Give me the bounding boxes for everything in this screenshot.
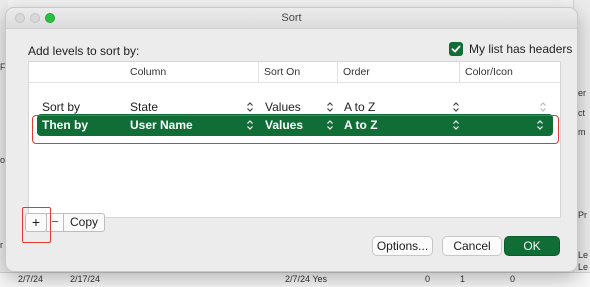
column-header-order: Order: [337, 62, 459, 82]
has-headers-checkbox[interactable]: [449, 42, 463, 56]
background-cell: 2/7/24 Yes: [285, 274, 328, 284]
background-cell: 1: [460, 274, 466, 284]
has-headers-label: My list has headers: [469, 42, 573, 56]
sort-dialog: Sort Add levels to sort by: My list has …: [5, 7, 578, 272]
column-header-color-icon: Color/Icon: [459, 62, 560, 82]
chevron-updown-icon: [327, 102, 333, 112]
background-cell: 0: [425, 274, 431, 284]
add-levels-label: Add levels to sort by:: [28, 44, 140, 58]
background-text: Le: [578, 250, 589, 260]
titlebar: Sort: [6, 8, 577, 29]
has-headers-control[interactable]: My list has headers: [449, 42, 572, 56]
background-cell: 0: [510, 274, 516, 284]
background-cell: 2/17/24: [70, 274, 101, 284]
dialog-title: Sort: [281, 12, 302, 24]
background-text: er: [578, 88, 587, 98]
cancel-button[interactable]: Cancel: [442, 236, 502, 256]
background-text: m: [578, 127, 586, 137]
background-cell: 2/7/24: [18, 274, 44, 284]
background-bottom-row: 2/7/24 2/17/24 2/7/24 Yes 0 1 0: [0, 272, 590, 287]
table-header: Column Sort On Order Color/Icon: [29, 62, 560, 83]
chevron-updown-icon: [247, 102, 253, 112]
chevron-updown-icon: [540, 102, 546, 112]
ok-button[interactable]: OK: [504, 236, 560, 256]
checkmark-icon: [451, 45, 461, 53]
column-header-column: Column: [130, 66, 167, 78]
background-text: Le: [578, 262, 589, 272]
copy-level-button[interactable]: Copy: [63, 213, 105, 232]
background-text: ct: [578, 108, 586, 118]
column-header-sort-on: Sort On: [258, 62, 337, 82]
highlight-frame-add-button: [22, 207, 51, 243]
background-text: r: [0, 240, 3, 250]
options-button[interactable]: Options...: [372, 236, 433, 256]
background-text: Pr: [578, 210, 587, 220]
highlight-frame-then-by: [32, 115, 559, 144]
chevron-updown-icon: [453, 102, 459, 112]
